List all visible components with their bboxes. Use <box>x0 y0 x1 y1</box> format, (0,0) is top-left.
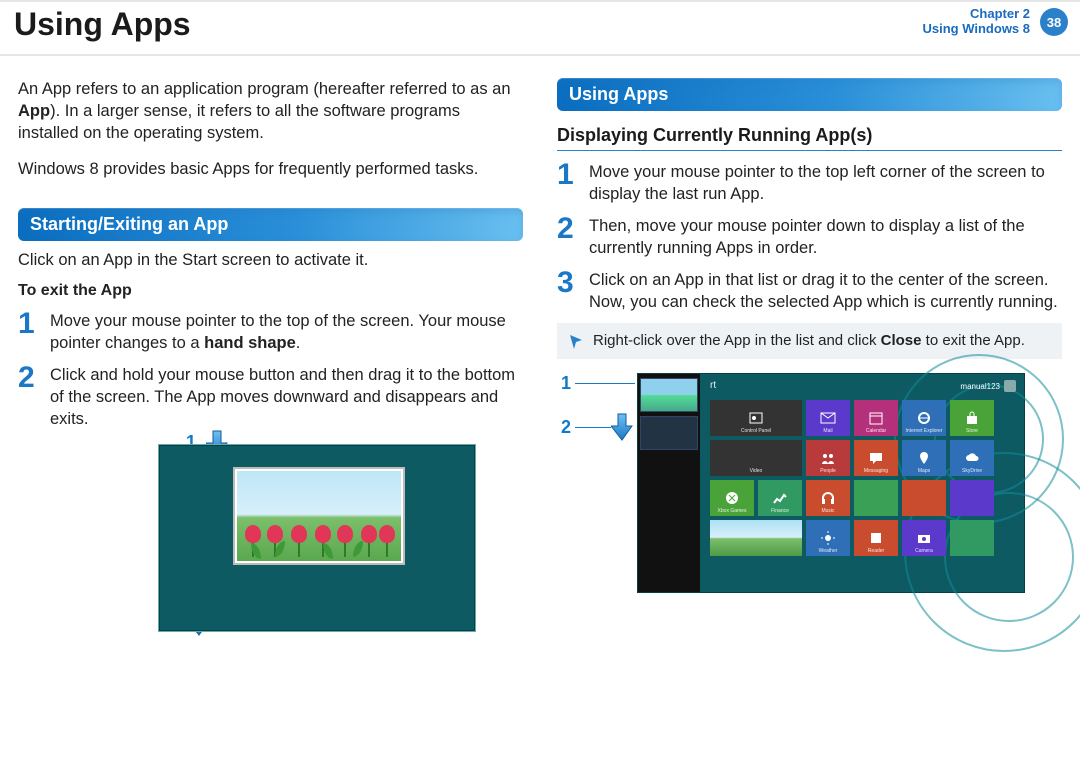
chapter-label: Chapter 2 <box>923 6 1031 21</box>
start-tile: Video <box>710 440 802 476</box>
user-name: manual123 <box>960 382 1000 391</box>
app-thumbnail <box>640 378 698 412</box>
section-bar-left: Starting/Exiting an App <box>18 208 523 241</box>
start-tile <box>902 480 946 516</box>
tulip-photo <box>237 471 401 561</box>
start-tile: SkyDrive <box>950 440 994 476</box>
start-tile: Calendar <box>854 400 898 436</box>
start-tile: Store <box>950 400 994 436</box>
start-tile: People <box>806 440 850 476</box>
step-body: Move your mouse pointer to the top left … <box>589 161 1062 205</box>
app-switcher-sidebar <box>638 374 700 592</box>
tip-text: Right-click over the App in the list and… <box>593 331 1025 351</box>
step-body: Click and hold your mouse button and the… <box>50 364 523 430</box>
start-tile: Mail <box>806 400 850 436</box>
left-column: An App refers to an application program … <box>18 78 523 636</box>
callout-line <box>575 427 611 428</box>
photo-frame <box>235 469 403 563</box>
right-column: Using Apps Displaying Currently Running … <box>557 78 1062 636</box>
running-step-1: 1 Move your mouse pointer to the top lef… <box>557 161 1062 205</box>
exit-heading: To exit the App <box>18 282 523 300</box>
start-tile: Maps <box>902 440 946 476</box>
chapter-info: Chapter 2 Using Windows 8 38 <box>923 6 1067 36</box>
illustration-start-screen: 1 2 rt manual123 <box>561 369 1027 597</box>
start-tile: Control Panel <box>710 400 802 436</box>
step-body: Click on an App in that list or drag it … <box>589 269 1062 313</box>
illustration-exit-app: 1 2 <box>38 440 503 636</box>
step-number: 1 <box>18 310 40 354</box>
start-tile: Messaging <box>854 440 898 476</box>
running-step-3: 3 Click on an App in that list or drag i… <box>557 269 1062 313</box>
start-tile <box>710 520 802 556</box>
callout-line <box>575 383 635 384</box>
start-tile: Music <box>806 480 850 516</box>
arrow-down-icon <box>611 413 633 441</box>
exit-step-2: 2 Click and hold your mouse button and t… <box>18 364 523 430</box>
running-step-2: 2 Then, move your mouse pointer down to … <box>557 215 1062 259</box>
avatar-icon <box>1004 380 1016 392</box>
start-tile: Finance <box>758 480 802 516</box>
tile-grid: Control PanelMailCalendarInternet Explor… <box>710 400 994 556</box>
subheading-running-apps: Displaying Currently Running App(s) <box>557 125 1062 151</box>
intro-paragraph-1: An App refers to an application program … <box>18 78 523 144</box>
start-tile <box>854 480 898 516</box>
activate-line: Click on an App in the Start screen to a… <box>18 251 523 270</box>
app-window-preview <box>158 444 476 632</box>
app-thumbnail <box>640 416 698 450</box>
start-tile: Xbox Games <box>710 480 754 516</box>
step-body: Then, move your mouse pointer down to di… <box>589 215 1062 259</box>
page-number-badge: 38 <box>1040 8 1068 36</box>
callout-2: 2 <box>561 417 571 438</box>
running-apps-steps: 1 Move your mouse pointer to the top lef… <box>557 161 1062 313</box>
chapter-sub: Using Windows 8 <box>923 21 1031 36</box>
user-badge: manual123 <box>960 380 1016 392</box>
exit-steps: 1 Move your mouse pointer to the top of … <box>18 310 523 430</box>
callout-1: 1 <box>561 373 571 394</box>
note-icon <box>567 333 585 351</box>
step-number: 3 <box>557 269 579 313</box>
start-tile: Weather <box>806 520 850 556</box>
intro-paragraph-2: Windows 8 provides basic Apps for freque… <box>18 158 523 180</box>
step-number: 2 <box>557 215 579 259</box>
page-header: Using Apps Chapter 2 Using Windows 8 38 <box>0 0 1080 56</box>
start-tile <box>950 480 994 516</box>
step-body: Move your mouse pointer to the top of th… <box>50 310 523 354</box>
step-number: 1 <box>557 161 579 205</box>
step-number: 2 <box>18 364 40 430</box>
section-bar-right: Using Apps <box>557 78 1062 111</box>
start-label: rt <box>710 380 716 391</box>
start-tile <box>950 520 994 556</box>
start-screen: rt manual123 Control PanelMailCalendarIn… <box>637 373 1025 593</box>
start-tile: Reader <box>854 520 898 556</box>
page-title: Using Apps <box>14 6 191 43</box>
start-tile: Internet Explorer <box>902 400 946 436</box>
exit-step-1: 1 Move your mouse pointer to the top of … <box>18 310 523 354</box>
start-tile: Camera <box>902 520 946 556</box>
